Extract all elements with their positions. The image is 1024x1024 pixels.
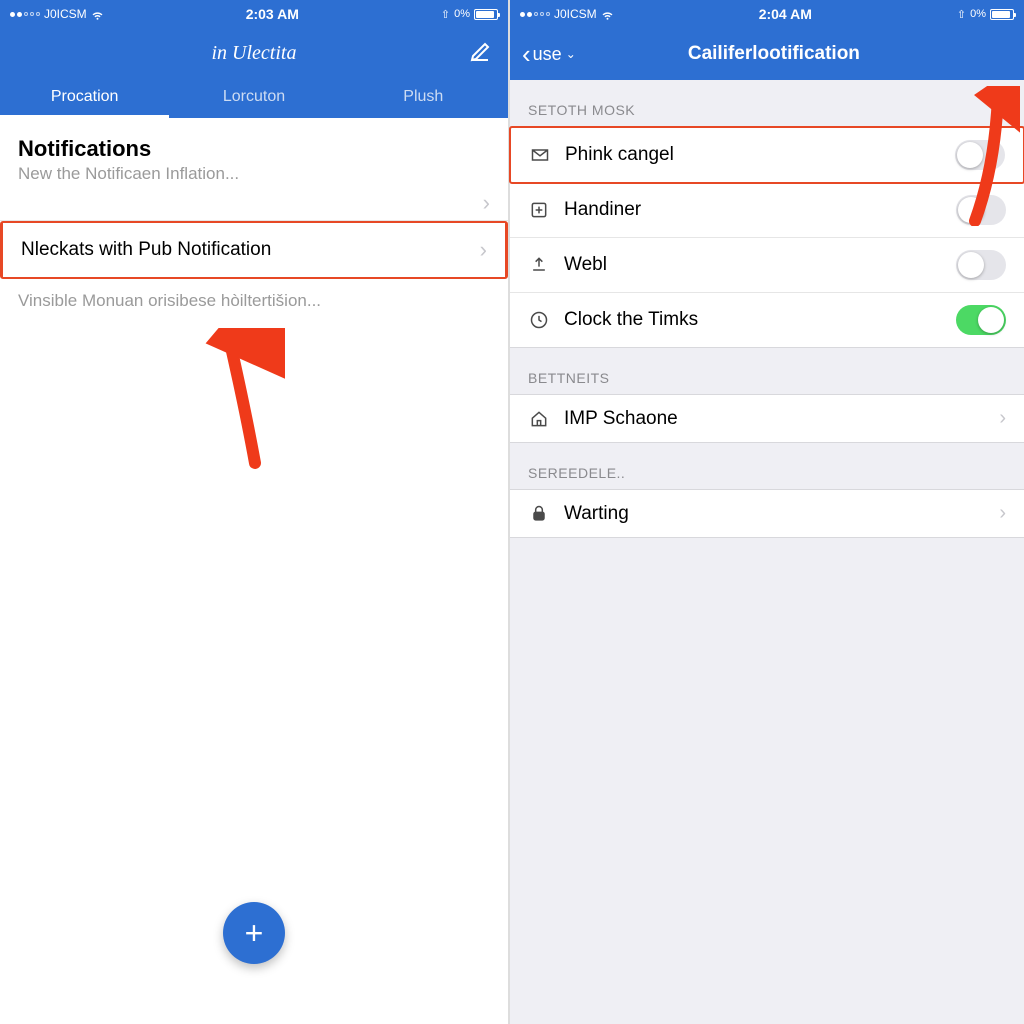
phone-screen-right: J0ICSM 2:04 AM ⇧ 0% ‹ use ⌄ Cailiferloot… [510,0,1024,1024]
row-pub-notification[interactable]: Nleckats with Pub Notification › [0,221,508,279]
tab-plush[interactable]: Plush [339,78,508,118]
app-header: in Ulectita Procation Lorcuton Plush [0,28,508,118]
row-label: Clock the Timks [564,309,942,331]
chevron-right-icon: › [480,237,487,263]
mail-icon [529,144,551,166]
status-time: 2:03 AM [104,6,441,22]
group-header-sereedele: SEREEDELE.. [510,443,1024,489]
toggle-switch[interactable] [956,305,1006,335]
wifi-icon [601,8,614,21]
row-warting[interactable]: Warting › [510,490,1024,537]
header-tabs: Procation Lorcuton Plush [0,78,508,118]
status-bar: J0ICSM 2:04 AM ⇧ 0% [510,0,1024,28]
tab-procation[interactable]: Procation [0,78,169,118]
signal-dots-icon [520,12,550,17]
wifi-icon [91,8,104,21]
row-label: Phink cangel [565,144,941,166]
phone-screen-left: J0ICSM 2:03 AM ⇧ 0% in Ulectita Procatio… [0,0,510,1024]
back-button[interactable]: ‹ use ⌄ [522,41,576,67]
row-handiner[interactable]: Handiner [510,183,1024,238]
back-label: use [533,44,562,65]
lock-icon [528,503,550,525]
row-label: Warting [564,503,985,525]
plus-square-icon [528,199,550,221]
arrow-annotation-left [195,328,285,478]
battery-icon [990,9,1014,20]
header-title: in Ulectita [42,42,466,65]
chevron-left-icon: ‹ [522,41,531,67]
dropdown-caret-icon: ⌄ [566,47,576,61]
clock-icon [528,309,550,331]
upload-icon [528,254,550,276]
group-header-bettneits: BETTNEITS [510,348,1024,394]
toggle-switch[interactable] [955,140,1005,170]
toggle-switch[interactable] [956,250,1006,280]
chevron-right-icon: › [999,502,1006,525]
carrier-label: J0ICSM [554,7,597,21]
row-phink-cangel[interactable]: Phink cangel [509,126,1024,184]
row-label: Nleckats with Pub Notification [21,239,271,261]
row-imp-schaone[interactable]: IMP Schaone › [510,395,1024,442]
plus-icon: + [245,915,264,952]
compose-icon[interactable] [466,39,494,67]
chevron-right-icon: › [999,407,1006,430]
toggle-switch[interactable] [956,195,1006,225]
status-bar: J0ICSM 2:03 AM ⇧ 0% [0,0,508,28]
row-label: IMP Schaone [564,408,985,430]
status-time: 2:04 AM [614,6,957,22]
signal-dots-icon [10,12,40,17]
chevron-right-icon: › [483,190,490,216]
section-title: Notifications [18,136,490,162]
row-label: Webl [564,254,942,276]
row-webl[interactable]: Webl [510,238,1024,293]
tab-lorcuton[interactable]: Lorcuton [169,78,338,118]
battery-percent: 0% [970,8,986,20]
battery-icon [474,9,498,20]
row-subtext: Vinsible Monuan orisibese hòiltertišion.… [0,279,508,323]
home-icon [528,408,550,430]
fab-add-button[interactable]: + [223,902,285,964]
row-label: Handiner [564,199,942,221]
carrier-label: J0ICSM [44,7,87,21]
section-subtitle: New the Notificaen Inflation... [18,164,490,184]
row-clock-timks[interactable]: Clock the Timks [510,293,1024,347]
notifications-section: Notifications New the Notificaen Inflati… [0,118,508,186]
group-header-setoth: SETOTH MOSK [510,80,1024,126]
battery-percent: 0% [454,8,470,20]
page-title: Cailiferlootification [576,43,1012,65]
